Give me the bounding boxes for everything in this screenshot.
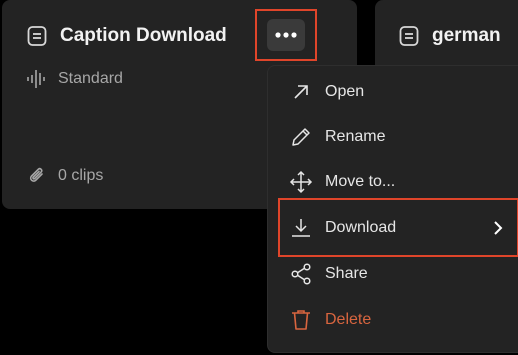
- document-icon: [399, 26, 419, 46]
- trash-icon: [292, 310, 310, 330]
- menu-item-delete[interactable]: Delete: [268, 298, 518, 342]
- menu-item-download[interactable]: Download: [278, 198, 518, 257]
- menu-item-label: Move to...: [325, 173, 396, 190]
- menu-item-open[interactable]: Open: [268, 70, 518, 114]
- menu-item-rename[interactable]: Rename: [268, 115, 518, 159]
- menu-item-share[interactable]: Share: [268, 252, 518, 296]
- card-type: Standard: [26, 68, 123, 90]
- menu-item-label: Delete: [325, 311, 372, 328]
- download-icon: [292, 218, 310, 237]
- paperclip-icon: [29, 167, 43, 182]
- menu-item-label: Share: [325, 265, 368, 282]
- more-options-inner[interactable]: [267, 19, 305, 51]
- chevron-right-icon: [494, 220, 503, 235]
- move-icon: [289, 170, 313, 194]
- open-arrow-icon: [294, 85, 308, 99]
- card-title: Caption Download: [60, 25, 227, 46]
- context-menu: Open Rename Move to... Download Share De…: [267, 65, 518, 353]
- card-clips: 0 clips: [26, 165, 103, 187]
- card-type-label: Standard: [58, 70, 123, 87]
- more-horizontal-icon: [275, 32, 297, 38]
- menu-item-label: Open: [325, 83, 365, 100]
- card-title: german: [432, 25, 501, 46]
- more-options-button[interactable]: [255, 9, 317, 61]
- share-icon: [291, 263, 311, 285]
- pencil-icon: [292, 128, 310, 146]
- audio-wave-icon: [27, 70, 45, 88]
- document-icon: [27, 26, 47, 46]
- card-header: Caption Download: [26, 24, 227, 48]
- menu-item-label: Download: [325, 218, 397, 236]
- menu-item-label: Rename: [325, 128, 386, 145]
- card-clips-label: 0 clips: [58, 167, 104, 184]
- card-header: german: [398, 24, 501, 48]
